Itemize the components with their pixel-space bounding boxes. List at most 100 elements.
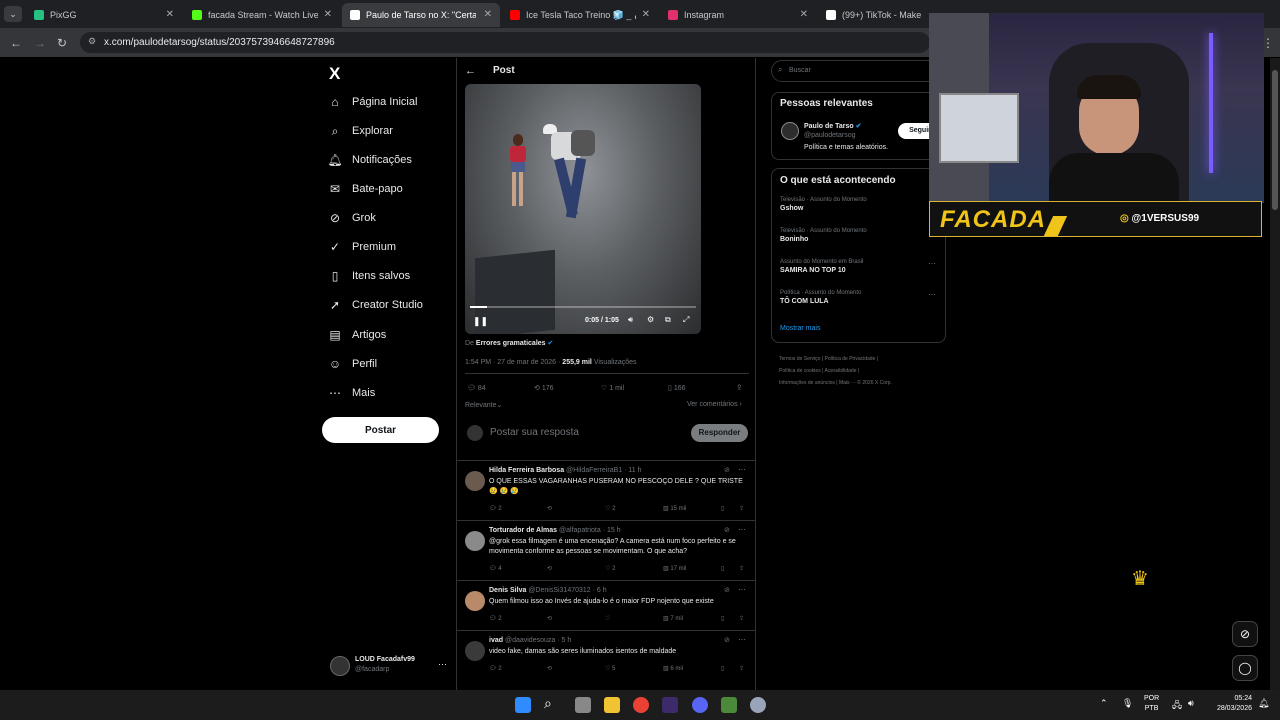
back-arrow-icon[interactable]: ← xyxy=(465,65,476,77)
close-icon[interactable]: ✕ xyxy=(642,9,650,20)
avatar[interactable] xyxy=(465,591,485,611)
views-action[interactable]: ▥ 7 mil xyxy=(663,615,721,622)
more-icon[interactable]: ⋯ xyxy=(738,465,746,474)
nav-item-explorar[interactable]: ⌕ Explorar xyxy=(328,120,393,142)
volume-icon[interactable]: 🔊︎ xyxy=(628,315,633,325)
pip-icon[interactable]: ⧉ xyxy=(665,315,671,325)
network-icon[interactable]: 🖧︎ xyxy=(1172,698,1182,714)
repost-action[interactable]: ⟲ xyxy=(547,565,605,572)
video-scrubber[interactable] xyxy=(470,306,696,308)
more-icon[interactable]: ⋯ xyxy=(928,290,936,299)
share-icon[interactable]: ⇪ xyxy=(739,665,747,672)
reply-input[interactable]: Postar sua resposta xyxy=(490,427,579,438)
reply-action[interactable]: 💬︎ 2 xyxy=(489,665,547,672)
trend-item[interactable]: Política · Assunto do Momento TÔ COM LULA… xyxy=(780,290,940,305)
like-action[interactable]: ♡ 2 xyxy=(605,565,663,572)
views-action[interactable]: ▥ 17 mil xyxy=(663,565,721,572)
tab-kick[interactable]: facada Stream - Watch Live on ✕ xyxy=(184,3,340,27)
nav-item-itens-salvos[interactable]: ▯ Itens salvos xyxy=(328,265,410,287)
more-icon[interactable]: ⋯ xyxy=(928,259,936,268)
tab-youtube[interactable]: Ice Tesla Taco Treino 🧊 _ 👍 ❩ ✕ xyxy=(502,3,658,27)
reply-item[interactable]: Hilda Ferreira Barbosa @HildaFerreiraB1 … xyxy=(456,460,756,520)
more-icon[interactable]: ⋯ xyxy=(738,635,746,644)
notification-icon[interactable]: 🔔︎ xyxy=(1258,698,1269,709)
share-icon[interactable]: ⇪ xyxy=(739,615,747,622)
nav-item-página-inicial[interactable]: ⌂ Página Inicial xyxy=(328,91,417,113)
forward-icon[interactable]: → xyxy=(34,36,46,50)
trend-item[interactable]: Assunto do Momento em Brasil SAMIRA NO TO… xyxy=(780,259,940,274)
footer-link[interactable]: Informações de anúncios xyxy=(779,380,835,386)
avatar[interactable] xyxy=(465,471,485,491)
share-icon[interactable]: ⇪ xyxy=(739,505,747,512)
footer-link[interactable]: Mais ··· xyxy=(839,380,856,386)
reply-action[interactable]: 💬︎ 84 xyxy=(467,384,486,392)
microphone-icon[interactable]: 🎙︎ xyxy=(1122,698,1133,709)
nav-item-bate-papo[interactable]: ✉ Bate-papo xyxy=(328,178,403,200)
nav-item-artigos[interactable]: ▤ Artigos xyxy=(328,324,386,346)
bookmark-icon[interactable]: ▯ xyxy=(721,505,739,512)
avatar[interactable] xyxy=(465,531,485,551)
source-name[interactable]: Errores gramaticales xyxy=(476,340,546,347)
close-icon[interactable]: ✕ xyxy=(324,9,332,20)
reply-author[interactable]: Hilda Ferreira Barbosa @HildaFerreiraB1 … xyxy=(489,467,642,474)
volume-icon[interactable]: 🔊︎ xyxy=(1188,698,1194,709)
grok-icon[interactable]: ⊘ xyxy=(724,586,730,594)
person-name[interactable]: Paulo de Tarso ✔ xyxy=(804,122,862,130)
footer-link[interactable]: Política de cookies xyxy=(779,368,821,374)
grok-icon[interactable]: ⊘ xyxy=(724,636,730,644)
url-field[interactable]: ⚙ x.com/paulodetarsog/status/203757394664… xyxy=(80,32,930,53)
nav-item-notificações[interactable]: 🔔︎ Notificações xyxy=(327,149,412,171)
reload-icon[interactable]: ↻ xyxy=(57,36,67,50)
views-action[interactable]: ▥ 15 mil xyxy=(663,505,721,512)
tab-search-button[interactable]: ⌄ xyxy=(4,6,22,22)
settings-icon[interactable] xyxy=(750,697,766,713)
chat-bubble-icon[interactable]: ◯ xyxy=(1232,655,1258,681)
share-icon[interactable]: ⇪ xyxy=(736,383,743,392)
chevron-up-icon[interactable]: ⌃ xyxy=(1100,698,1108,709)
post-timestamp[interactable]: 1:54 PM · 27 de mar de 2026 · xyxy=(465,359,560,366)
grok-icon[interactable]: ⊘ xyxy=(724,466,730,474)
video-player[interactable]: ❚❚ 0:05 / 1:05 🔊︎ ⚙ ⧉ ⤢ xyxy=(465,84,701,334)
nzxt-icon[interactable] xyxy=(662,697,678,713)
tab-instagram[interactable]: Instagram ✕ xyxy=(660,3,816,27)
more-icon[interactable]: ⋯ xyxy=(438,659,447,670)
language-indicator[interactable]: POR PTB xyxy=(1144,694,1159,714)
footer-link[interactable]: Termos de Serviço xyxy=(779,356,820,362)
bookmark-icon[interactable]: ▯ xyxy=(721,565,739,572)
grok-float-icon[interactable]: ⊘ xyxy=(1232,621,1258,647)
more-icon[interactable]: ⋯ xyxy=(738,525,746,534)
back-icon[interactable]: ← xyxy=(10,36,22,50)
reply-button[interactable]: Responder xyxy=(691,424,748,442)
pause-icon[interactable]: ❚❚ xyxy=(473,316,488,327)
more-icon[interactable]: ⋯ xyxy=(738,585,746,594)
scrollbar[interactable] xyxy=(1270,58,1280,690)
settings-icon[interactable]: ⚙ xyxy=(647,315,654,324)
reply-item[interactable]: ivad @daavidesouza · 5 h ⊘ ⋯ video fake, da… xyxy=(456,630,756,680)
repost-action[interactable]: ⟲ xyxy=(547,505,605,512)
post-button[interactable]: Postar xyxy=(322,417,439,443)
nav-item-perfil[interactable]: ☺ Perfil xyxy=(328,353,377,375)
x-logo-icon[interactable]: X xyxy=(329,64,340,84)
footer-link[interactable]: Política de Privacidade xyxy=(824,356,875,362)
trend-item[interactable]: Televisão · Assunto do Momento Boninho xyxy=(780,228,940,243)
tab-tiktok[interactable]: (99+) TikTok - Make Your Day xyxy=(818,3,930,27)
windows-start-icon[interactable] xyxy=(515,697,531,713)
task-view-icon[interactable] xyxy=(575,697,591,713)
share-icon[interactable]: ⇪ xyxy=(739,565,747,572)
search-icon[interactable]: ⌕ xyxy=(544,695,552,712)
close-icon[interactable]: ✕ xyxy=(484,9,492,20)
bookmark-icon[interactable]: ▯ xyxy=(721,615,739,622)
tab-pixgg[interactable]: PixGG ✕ xyxy=(26,3,182,27)
nav-item-grok[interactable]: ⊘ Grok xyxy=(328,207,376,229)
repost-action[interactable]: ⟲ xyxy=(547,615,605,622)
reply-action[interactable]: 💬︎ 2 xyxy=(489,505,547,512)
views-action[interactable]: ▥ 6 mil xyxy=(663,665,721,672)
bookmark-icon[interactable]: ▯ xyxy=(721,665,739,672)
avatar[interactable] xyxy=(465,641,485,661)
like-action[interactable]: ♡ 5 xyxy=(605,665,663,672)
reply-item[interactable]: Denis Silva @DenisSi31470312 · 6 h ⊘ ⋯ Quem… xyxy=(456,580,756,630)
tab-x-post[interactable]: Paulo de Tarso no X: "Certamen ✕ xyxy=(342,3,500,27)
reply-action[interactable]: 💬︎ 2 xyxy=(489,615,547,622)
scrollbar-thumb[interactable] xyxy=(1272,70,1278,210)
footer-link[interactable]: Acessibilidade xyxy=(825,368,857,374)
